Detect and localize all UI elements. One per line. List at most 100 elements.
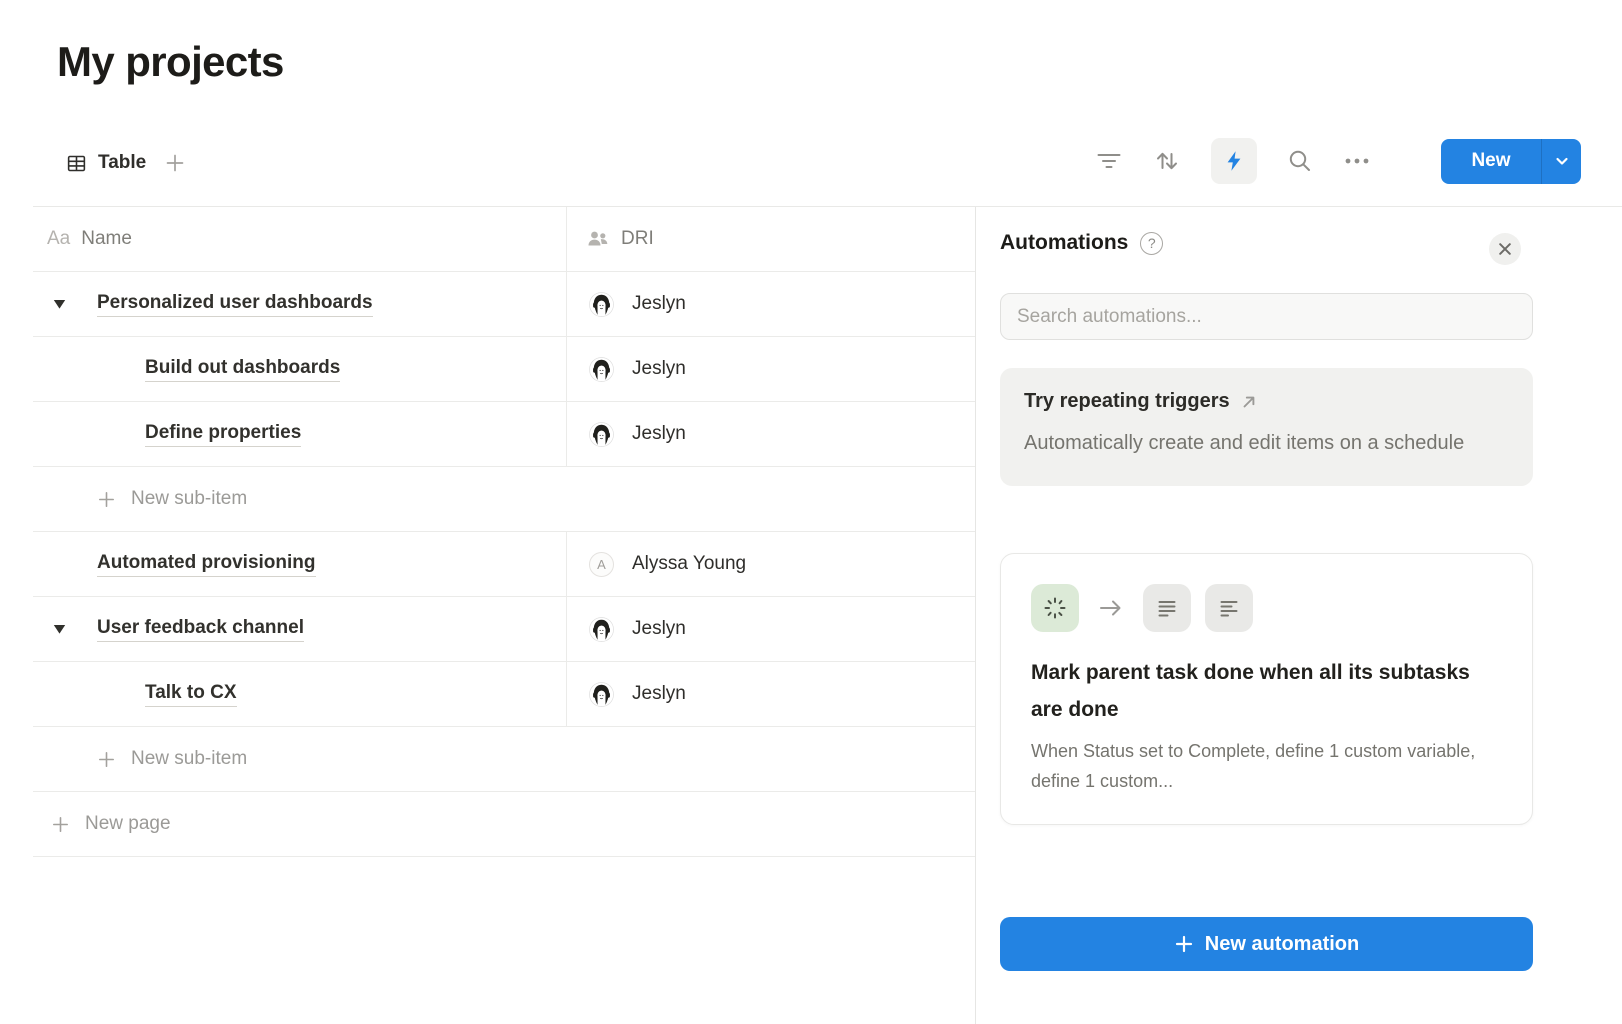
dri-column-header[interactable]: DRI bbox=[566, 207, 975, 271]
people-icon bbox=[586, 228, 610, 250]
table-row: New sub-item bbox=[33, 467, 975, 532]
close-panel-button[interactable] bbox=[1489, 233, 1521, 265]
avatar-letter: A bbox=[589, 552, 614, 577]
help-button[interactable]: ? bbox=[1140, 232, 1163, 255]
table-row: User feedback channel Jeslyn bbox=[33, 597, 975, 662]
promo-description: Automatically create and edit items on a… bbox=[1024, 424, 1509, 462]
name-cell: Automated provisioning bbox=[33, 532, 566, 596]
new-sub-item-button[interactable]: New sub-item bbox=[33, 727, 975, 791]
view-tab-label: Table bbox=[98, 152, 146, 174]
avatar-jeslyn bbox=[589, 357, 614, 382]
automations-search-input[interactable] bbox=[1000, 293, 1533, 340]
new-automation-label: New automation bbox=[1205, 933, 1359, 956]
page-title: My projects bbox=[57, 38, 284, 86]
dri-cell[interactable]: Jeslyn bbox=[566, 337, 975, 401]
more-options-button[interactable] bbox=[1343, 157, 1371, 165]
new-sub-item-button[interactable]: New sub-item bbox=[33, 467, 975, 531]
name-cell: Define properties bbox=[33, 402, 566, 466]
page-link[interactable]: Automated provisioning bbox=[97, 552, 316, 577]
ellipsis-icon bbox=[1343, 157, 1371, 165]
table-view-icon bbox=[66, 153, 87, 174]
dri-cell[interactable]: Jeslyn bbox=[566, 272, 975, 336]
page-link[interactable]: Personalized user dashboards bbox=[97, 292, 373, 317]
page-link[interactable]: Build out dashboards bbox=[145, 357, 340, 382]
avatar-jeslyn bbox=[589, 422, 614, 447]
filter-button[interactable] bbox=[1095, 149, 1123, 173]
name-cell: Talk to CX bbox=[33, 662, 566, 726]
page-link[interactable]: Talk to CX bbox=[145, 682, 237, 707]
dri-cell[interactable]: Jeslyn bbox=[566, 662, 975, 726]
table-row: Define properties Jeslyn bbox=[33, 402, 975, 467]
edit-page-icon bbox=[1143, 584, 1191, 632]
dri-name: Jeslyn bbox=[632, 358, 686, 380]
name-cell: User feedback channel bbox=[33, 597, 566, 661]
table-row: Automated provisioning A Alyssa Young bbox=[33, 532, 975, 597]
tab-table-view[interactable]: Table bbox=[66, 152, 146, 174]
chevron-down-icon bbox=[1553, 152, 1571, 170]
table-row: Personalized user dashboards Jeslyn bbox=[33, 272, 975, 337]
arrow-right-icon bbox=[1098, 597, 1124, 619]
table-row: Build out dashboards Jeslyn bbox=[33, 337, 975, 402]
avatar-jeslyn bbox=[589, 617, 614, 642]
automation-card-description: When Status set to Complete, define 1 cu… bbox=[1031, 736, 1502, 796]
plus-icon bbox=[97, 490, 116, 509]
name-cell: Personalized user dashboards bbox=[33, 272, 566, 336]
promo-title: Try repeating triggers bbox=[1024, 390, 1230, 413]
sort-button[interactable] bbox=[1153, 149, 1181, 173]
trigger-spinner-icon bbox=[1031, 584, 1079, 632]
dri-cell[interactable]: Jeslyn bbox=[566, 597, 975, 661]
sort-icon bbox=[1153, 149, 1181, 173]
automation-flow-icons bbox=[1031, 584, 1502, 632]
automation-card[interactable]: Mark parent task done when all its subta… bbox=[1000, 553, 1533, 825]
plus-icon bbox=[97, 750, 116, 769]
automations-panel-title: Automations bbox=[1000, 231, 1128, 255]
external-arrow-icon bbox=[1240, 393, 1258, 411]
action-label: New page bbox=[85, 813, 171, 835]
new-page-button[interactable]: New page bbox=[33, 792, 975, 856]
avatar-jeslyn bbox=[589, 292, 614, 317]
dri-cell[interactable]: A Alyssa Young bbox=[566, 532, 975, 596]
new-button[interactable]: New bbox=[1441, 139, 1581, 184]
new-automation-button[interactable]: New automation bbox=[1000, 917, 1533, 971]
search-button[interactable] bbox=[1287, 148, 1313, 174]
automations-panel-header: Automations ? bbox=[1000, 231, 1163, 255]
avatar-jeslyn bbox=[589, 682, 614, 707]
page-link[interactable]: Define properties bbox=[145, 422, 301, 447]
dri-name: Jeslyn bbox=[632, 683, 686, 705]
panel-divider bbox=[975, 207, 976, 1024]
new-button-label: New bbox=[1441, 139, 1541, 184]
action-label: New sub-item bbox=[131, 488, 247, 510]
action-label: New sub-item bbox=[131, 748, 247, 770]
dri-name: Alyssa Young bbox=[632, 553, 746, 575]
views-bar: Table bbox=[66, 146, 186, 180]
table-body: Personalized user dashboardsJeslynBuild … bbox=[33, 272, 975, 857]
view-toolbar: New bbox=[1095, 138, 1581, 184]
edit-page-icon bbox=[1205, 584, 1253, 632]
automation-card-title: Mark parent task done when all its subta… bbox=[1031, 654, 1502, 728]
plus-icon bbox=[164, 152, 186, 174]
table-row: New sub-item bbox=[33, 727, 975, 792]
database-table: Aa Name DRI Personalized user dashboards… bbox=[33, 207, 975, 857]
notion-database-page: My projects Table bbox=[0, 0, 1622, 1024]
name-column-label: Name bbox=[81, 228, 132, 250]
lightning-bolt-icon bbox=[1222, 149, 1246, 173]
filter-icon bbox=[1095, 149, 1123, 173]
automations-button[interactable] bbox=[1211, 138, 1257, 184]
new-button-dropdown[interactable] bbox=[1541, 139, 1581, 184]
dri-cell[interactable]: Jeslyn bbox=[566, 402, 975, 466]
close-icon bbox=[1497, 241, 1513, 257]
dri-name: Jeslyn bbox=[632, 293, 686, 315]
name-cell: Build out dashboards bbox=[33, 337, 566, 401]
dri-column-label: DRI bbox=[621, 228, 654, 250]
dri-name: Jeslyn bbox=[632, 423, 686, 445]
add-view-button[interactable] bbox=[164, 152, 186, 174]
page-link[interactable]: User feedback channel bbox=[97, 617, 304, 642]
disclosure-triangle-icon[interactable] bbox=[53, 623, 66, 635]
disclosure-triangle-icon[interactable] bbox=[53, 298, 66, 310]
dri-name: Jeslyn bbox=[632, 618, 686, 640]
plus-icon bbox=[51, 815, 70, 834]
name-column-header[interactable]: Aa Name bbox=[33, 207, 566, 271]
table-row: Talk to CX Jeslyn bbox=[33, 662, 975, 727]
repeating-triggers-promo-card[interactable]: Try repeating triggers Automatically cre… bbox=[1000, 368, 1533, 486]
text-property-icon: Aa bbox=[47, 228, 70, 250]
